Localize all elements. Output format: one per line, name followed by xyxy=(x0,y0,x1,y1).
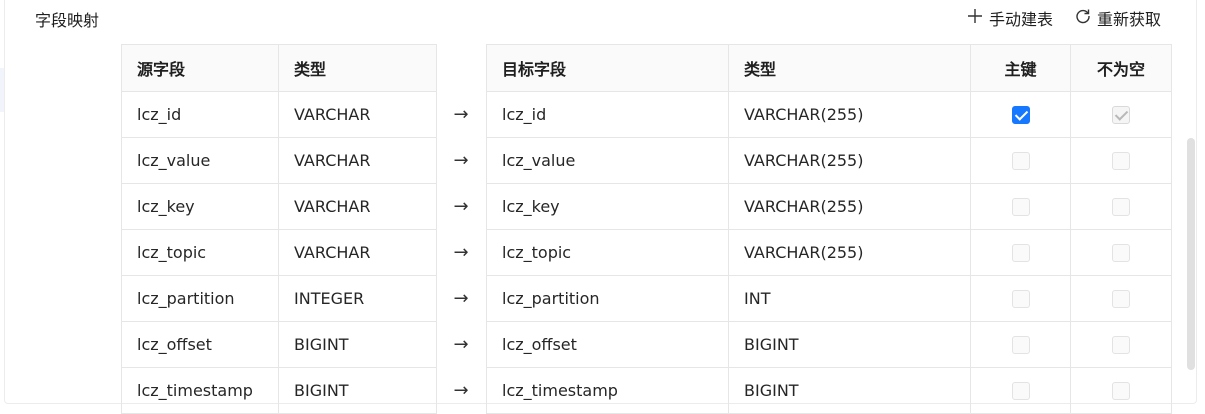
not-null-cell xyxy=(1070,137,1172,184)
arrow-right-icon: → xyxy=(453,287,469,309)
table-row: lcz_value VARCHAR(255) xyxy=(486,137,1172,184)
source-field-type: INTEGER xyxy=(278,275,437,322)
arrow-right-icon: → xyxy=(453,333,469,355)
source-field-type: VARCHAR xyxy=(278,183,437,230)
table-row: lcz_id VARCHAR xyxy=(121,91,437,138)
not-null-cell xyxy=(1070,229,1172,276)
column-header: 不为空 xyxy=(1070,44,1172,92)
source-field-name: lcz_key xyxy=(121,183,279,230)
source-field-type: VARCHAR xyxy=(278,137,437,184)
manual-create-table-button[interactable]: 手动建表 xyxy=(967,6,1053,30)
source-field-type: BIGINT xyxy=(278,321,437,368)
not-null-cell xyxy=(1070,91,1172,138)
target-field-name: lcz_id xyxy=(486,91,729,138)
not-null-checkbox[interactable] xyxy=(1112,290,1130,309)
primary-key-cell xyxy=(970,275,1071,322)
table-row: lcz_key VARCHAR(255) xyxy=(486,183,1172,230)
refresh-button[interactable]: 重新获取 xyxy=(1075,6,1161,30)
arrow-right-icon: → xyxy=(453,103,469,125)
source-field-type: VARCHAR xyxy=(278,229,437,276)
primary-key-cell xyxy=(970,367,1071,414)
not-null-checkbox[interactable] xyxy=(1112,382,1130,401)
not-null-cell xyxy=(1070,183,1172,230)
target-field-name: lcz_timestamp xyxy=(486,367,729,414)
target-field-name: lcz_offset xyxy=(486,321,729,368)
primary-key-checkbox[interactable] xyxy=(1011,244,1030,263)
source-field-type: BIGINT xyxy=(278,367,437,414)
target-field-name: lcz_partition xyxy=(486,275,729,322)
table-row: lcz_timestamp BIGINT xyxy=(121,367,437,414)
section-title: 字段映射 xyxy=(35,11,100,30)
target-field-type: VARCHAR(255) xyxy=(728,229,971,276)
primary-key-cell xyxy=(970,321,1071,368)
source-field-table: 源字段 类型 lcz_id VARCHAR lcz_value VARCHAR lcz_… xyxy=(121,44,437,414)
target-field-type: VARCHAR(255) xyxy=(728,137,971,184)
table-header-row: 源字段 类型 xyxy=(121,44,437,92)
table-row: lcz_partition INT xyxy=(486,275,1172,322)
column-header: 目标字段 xyxy=(486,44,729,92)
table-row: lcz_key VARCHAR xyxy=(121,183,437,230)
source-field-name: lcz_id xyxy=(121,91,279,138)
arrow-right-icon: → xyxy=(453,241,469,263)
mapping-arrows: → → → → → → → xyxy=(436,44,486,413)
primary-key-checkbox[interactable] xyxy=(1011,290,1030,309)
primary-key-checkbox[interactable] xyxy=(1011,382,1030,401)
not-null-checkbox[interactable] xyxy=(1112,152,1130,171)
primary-key-cell xyxy=(970,183,1071,230)
target-field-name: lcz_key xyxy=(486,183,729,230)
refresh-icon xyxy=(1075,8,1091,28)
primary-key-cell xyxy=(970,229,1071,276)
target-field-type: BIGINT xyxy=(728,321,971,368)
source-field-name: lcz_topic xyxy=(121,229,279,276)
target-field-table: 目标字段 类型 主键 不为空 lcz_id VARCHAR(255) lcz_val… xyxy=(486,44,1172,414)
target-field-type: VARCHAR(255) xyxy=(728,91,971,138)
column-header: 类型 xyxy=(278,44,437,92)
toolbar: 手动建表 重新获取 xyxy=(967,6,1161,30)
source-field-name: lcz_timestamp xyxy=(121,367,279,414)
primary-key-checkbox[interactable] xyxy=(1011,152,1030,171)
table-row: lcz_timestamp BIGINT xyxy=(486,367,1172,414)
target-field-name: lcz_value xyxy=(486,137,729,184)
source-field-type: VARCHAR xyxy=(278,91,437,138)
primary-key-checkbox[interactable] xyxy=(1011,106,1030,125)
column-header: 类型 xyxy=(728,44,971,92)
table-row: lcz_offset BIGINT xyxy=(486,321,1172,368)
not-null-checkbox[interactable] xyxy=(1112,336,1130,355)
primary-key-checkbox[interactable] xyxy=(1011,336,1030,355)
not-null-cell xyxy=(1070,321,1172,368)
table-row: lcz_offset BIGINT xyxy=(121,321,437,368)
not-null-cell xyxy=(1070,275,1172,322)
target-field-type: VARCHAR(255) xyxy=(728,183,971,230)
table-row: lcz_topic VARCHAR xyxy=(121,229,437,276)
table-row: lcz_id VARCHAR(255) xyxy=(486,91,1172,138)
refresh-label: 重新获取 xyxy=(1096,10,1161,29)
not-null-cell xyxy=(1070,367,1172,414)
vertical-scrollbar[interactable] xyxy=(1187,138,1195,370)
primary-key-checkbox[interactable] xyxy=(1011,198,1030,217)
target-field-name: lcz_topic xyxy=(486,229,729,276)
table-header-row: 目标字段 类型 主键 不为空 xyxy=(486,44,1172,92)
primary-key-cell xyxy=(970,91,1071,138)
not-null-checkbox[interactable] xyxy=(1112,244,1130,263)
column-header: 主键 xyxy=(970,44,1071,92)
arrow-right-icon: → xyxy=(453,379,469,401)
manual-create-table-label: 手动建表 xyxy=(988,10,1053,29)
source-field-name: lcz_value xyxy=(121,137,279,184)
primary-key-cell xyxy=(970,137,1071,184)
table-row: lcz_value VARCHAR xyxy=(121,137,437,184)
arrow-right-icon: → xyxy=(453,195,469,217)
table-row: lcz_partition INTEGER xyxy=(121,275,437,322)
left-nav-highlight xyxy=(0,68,4,112)
target-field-type: BIGINT xyxy=(728,367,971,414)
not-null-checkbox[interactable] xyxy=(1112,198,1130,217)
source-field-name: lcz_offset xyxy=(121,321,279,368)
table-row: lcz_topic VARCHAR(255) xyxy=(486,229,1172,276)
column-header: 源字段 xyxy=(121,44,279,92)
source-field-name: lcz_partition xyxy=(121,275,279,322)
not-null-checkbox[interactable] xyxy=(1112,106,1130,125)
arrow-right-icon: → xyxy=(453,149,469,171)
target-field-type: INT xyxy=(728,275,971,322)
plus-icon xyxy=(967,8,983,28)
